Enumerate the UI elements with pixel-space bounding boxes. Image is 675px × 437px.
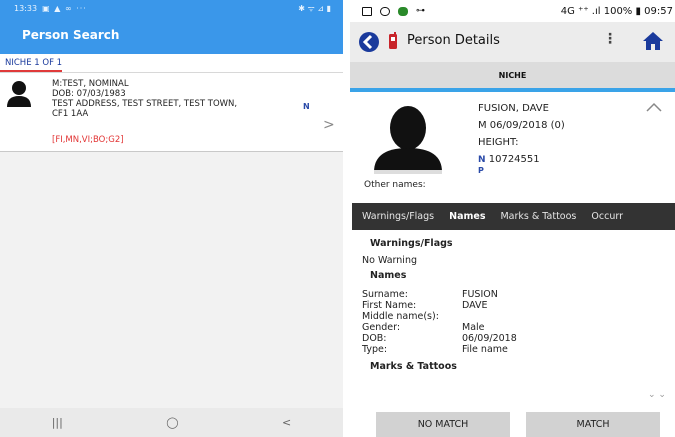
app-bar: Person Search: [0, 16, 343, 54]
name-field-label: DOB:: [362, 333, 387, 344]
recent-apps-button[interactable]: |||: [52, 416, 63, 429]
app-header: Person Details ⋮: [350, 22, 675, 62]
result-name: M:TEST, NOMINAL: [52, 79, 129, 89]
page-title: Person Details: [407, 33, 500, 48]
match-button[interactable]: MATCH: [526, 412, 660, 437]
home-button[interactable]: ◯: [166, 416, 178, 429]
detail-content: Warnings/Flags No Warning Names Surname:…: [362, 232, 662, 378]
status-notification-icons: ▣ ▲ ∞ ···: [42, 3, 87, 13]
status-bar: 13:33 ▣ ▲ ∞ ··· ✱ ᯤ ⊿ ▮: [0, 0, 343, 16]
chevron-up-icon[interactable]: [646, 102, 662, 112]
result-postcode: CF1 1AA: [52, 109, 89, 119]
marks-section-title: Marks & Tattoos: [370, 361, 457, 372]
nominal-icon: N: [303, 102, 310, 111]
detail-tabs: Warnings/Flags Names Marks & Tattoos Occ…: [352, 203, 675, 230]
warnings-section-title: Warnings/Flags: [370, 238, 453, 249]
phone-icon: [389, 32, 397, 49]
name-field-row: Middle name(s):: [362, 311, 662, 322]
person-height: HEIGHT:: [478, 137, 519, 148]
tab-marks-tattoos[interactable]: Marks & Tattoos: [500, 211, 576, 222]
shield-icon: [380, 6, 390, 16]
person-avatar-icon: [374, 106, 442, 174]
name-field-label: Type:: [362, 344, 388, 355]
person-sex-dob: M 06/09/2018 (0): [478, 120, 565, 131]
person-search-screen: 13:33 ▣ ▲ ∞ ··· ✱ ᯤ ⊿ ▮ Person Search NI…: [0, 0, 343, 437]
app-notification-icon: [398, 6, 408, 16]
back-arrow-icon[interactable]: [358, 31, 380, 53]
search-result-row[interactable]: M:TEST, NOMINAL DOB: 07/03/1983 TEST ADD…: [0, 72, 343, 152]
name-field-row: Gender: Male: [362, 322, 662, 333]
key-icon: ⊶: [416, 6, 425, 16]
person-info: FUSION, DAVE M 06/09/2018 (0) HEIGHT: N …: [478, 100, 565, 169]
name-field-value: File name: [462, 344, 508, 355]
scroll-down-icon[interactable]: ⌄ ⌄: [648, 390, 666, 400]
person-avatar-icon: [7, 81, 31, 107]
name-field-value: Male: [462, 322, 485, 333]
tab-warnings-flags[interactable]: Warnings/Flags: [362, 211, 434, 222]
results-tab-label: NICHE 1 OF 1: [5, 58, 63, 68]
page-title: Person Search: [22, 28, 120, 42]
name-field-value: FUSION: [462, 289, 498, 300]
name-field-label: Middle name(s):: [362, 311, 439, 322]
status-system-icons: ✱ ᯤ ⊿ ▮: [298, 3, 331, 13]
home-icon[interactable]: [642, 31, 664, 51]
result-dob: DOB: 07/03/1983: [52, 89, 126, 99]
names-list: Surname: FUSION First Name: DAVE Middle name…: [362, 289, 662, 355]
status-bar: ⊶ 4G ⁺⁺ .ıl 100% ▮ 09:57: [350, 0, 675, 22]
person-details-screen: ⊶ 4G ⁺⁺ .ıl 100% ▮ 09:57 Person Details …: [350, 0, 675, 437]
p-marker: P: [478, 166, 484, 175]
niche-section-header: NICHE: [350, 62, 675, 92]
more-options-icon[interactable]: ⋮: [603, 31, 617, 47]
names-section-title: Names: [370, 270, 407, 281]
gallery-icon: [362, 6, 372, 16]
name-field-label: First Name:: [362, 300, 417, 311]
tab-names[interactable]: Names: [449, 211, 485, 222]
status-system-info: 4G ⁺⁺ .ıl 100% ▮ 09:57: [560, 5, 673, 17]
tab-occurrences[interactable]: Occurr: [591, 211, 623, 222]
no-warning-text: No Warning: [362, 255, 417, 266]
name-field-value: DAVE: [462, 300, 488, 311]
person-number: 10724551: [488, 154, 540, 165]
match-buttons: NO MATCH MATCH: [350, 410, 675, 437]
chevron-right-icon[interactable]: >: [323, 117, 335, 133]
person-summary: FUSION, DAVE M 06/09/2018 (0) HEIGHT: N …: [350, 96, 675, 198]
niche-label: NICHE: [498, 70, 527, 80]
name-field-row: DOB: 06/09/2018: [362, 333, 662, 344]
person-name: FUSION, DAVE: [478, 103, 549, 114]
name-field-label: Gender:: [362, 322, 401, 333]
result-address: TEST ADDRESS, TEST STREET, TEST TOWN,: [52, 99, 238, 109]
status-time: 13:33: [14, 3, 38, 13]
nominal-icon: N: [478, 155, 486, 165]
name-field-row: Type: File name: [362, 344, 662, 355]
result-details: M:TEST, NOMINAL DOB: 07/03/1983 TEST ADD…: [52, 79, 237, 119]
name-field-row: Surname: FUSION: [362, 289, 662, 300]
results-tab[interactable]: NICHE 1 OF 1: [0, 54, 343, 72]
back-button[interactable]: <: [282, 416, 291, 429]
name-field-value: 06/09/2018: [462, 333, 517, 344]
no-match-button[interactable]: NO MATCH: [376, 412, 510, 437]
name-field-row: First Name: DAVE: [362, 300, 662, 311]
other-names-label: Other names:: [364, 180, 426, 190]
name-field-label: Surname:: [362, 289, 408, 300]
result-warnings: [FI,MN,VI;BO;G2]: [52, 135, 124, 145]
system-nav-bar: ||| ◯ <: [0, 408, 343, 437]
